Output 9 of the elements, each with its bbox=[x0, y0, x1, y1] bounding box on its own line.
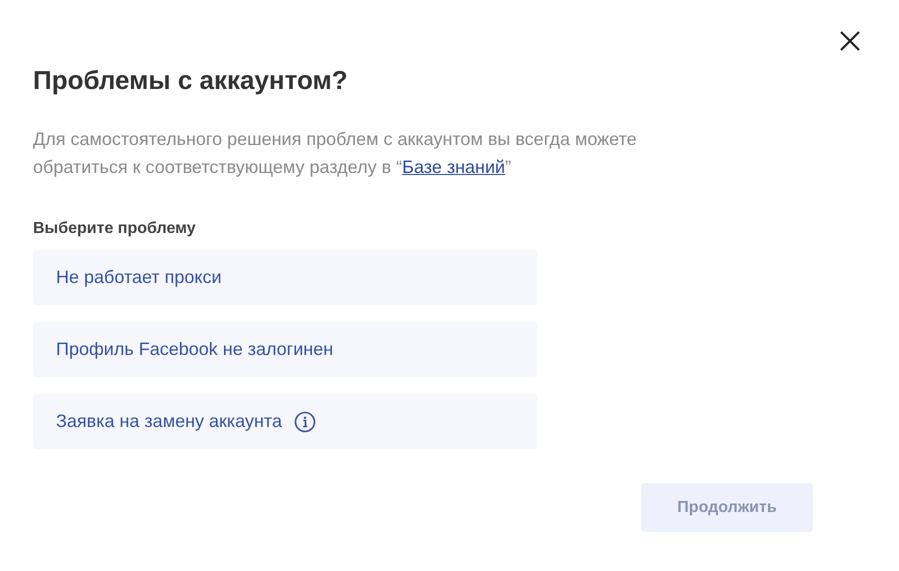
problem-option[interactable]: Профиль Facebook не залогинен bbox=[33, 322, 537, 377]
options-label: Выберите проблему bbox=[33, 219, 197, 239]
close-button[interactable] bbox=[838, 29, 862, 53]
problem-option[interactable]: Заявка на замену аккаунта bbox=[33, 394, 537, 449]
knowledge-base-link[interactable]: Базе знаний bbox=[402, 157, 506, 177]
info-icon[interactable] bbox=[294, 410, 316, 432]
dialog-title: Проблемы с аккаунтом? bbox=[33, 64, 349, 97]
description-text: Для самостоятельного решения проблем с аккаунтом вы всегда можете обратиться к соответствующему разделу в “Базе знаний” bbox=[33, 128, 638, 179]
problem-option[interactable]: Не работает прокси bbox=[33, 250, 537, 305]
